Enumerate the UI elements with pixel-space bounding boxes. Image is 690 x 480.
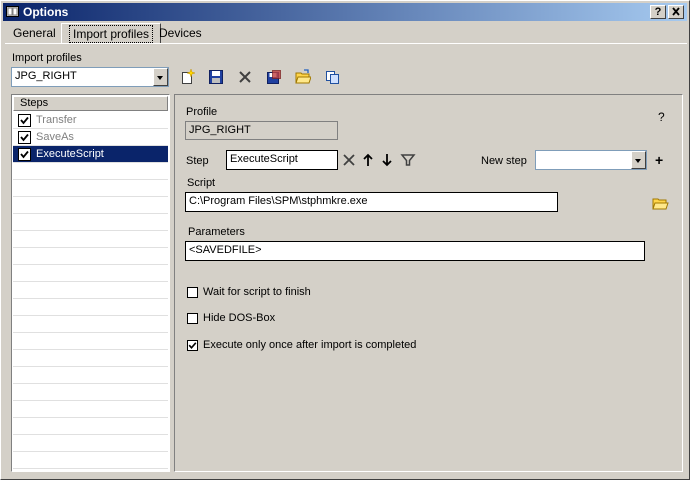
parameters-label: Parameters	[188, 226, 245, 238]
hide-dos-box-checkbox[interactable]	[187, 313, 198, 324]
profile-label: Profile	[186, 106, 218, 118]
arrow-up-icon	[363, 153, 373, 166]
empty-row	[13, 350, 168, 367]
new-step-select[interactable]	[535, 150, 647, 170]
tab-general[interactable]: General	[6, 23, 63, 43]
step-label: Transfer	[36, 114, 77, 126]
close-icon	[672, 7, 680, 16]
delete-step-button[interactable]	[341, 152, 357, 168]
open-folder-icon	[652, 198, 669, 210]
arrow-down-icon	[382, 154, 392, 167]
empty-row	[13, 282, 168, 299]
filter-icon	[400, 154, 416, 166]
parameters-input[interactable]: <SAVEDFILE>	[185, 241, 645, 261]
filter-step-button[interactable]	[400, 152, 416, 168]
execute-once-label: Execute only once after import is comple…	[203, 339, 417, 351]
move-step-down-button[interactable]	[380, 152, 394, 168]
step-label: ExecuteScript	[36, 148, 104, 160]
close-button[interactable]	[668, 5, 684, 19]
step-item-saveas[interactable]: SaveAs	[13, 129, 168, 146]
new-profile-button[interactable]	[179, 68, 196, 85]
empty-row	[13, 231, 168, 248]
empty-row	[13, 197, 168, 214]
save-icon	[209, 70, 223, 84]
browse-script-button[interactable]	[652, 195, 669, 211]
step-item-executescript[interactable]: ExecuteScript	[13, 146, 168, 163]
help-button[interactable]: ?	[650, 5, 666, 19]
title-bar[interactable]: Options ?	[3, 3, 687, 21]
add-step-button[interactable]: +	[655, 152, 663, 168]
profile-name-field: JPG_RIGHT	[185, 121, 338, 140]
empty-row	[13, 367, 168, 384]
empty-row	[13, 248, 168, 265]
import-profiles-label: Import profiles	[12, 52, 82, 64]
execute-once-checkbox[interactable]	[187, 340, 198, 351]
empty-row	[13, 316, 168, 333]
new-icon	[182, 68, 196, 84]
wait-for-script-checkbox[interactable]	[187, 287, 198, 298]
delete-profile-button[interactable]	[237, 69, 253, 85]
empty-row	[13, 333, 168, 350]
save-as-profile-button[interactable]	[266, 69, 282, 85]
open-folder-icon	[295, 69, 312, 84]
open-profile-button[interactable]	[295, 69, 312, 85]
wait-for-script-label: Wait for script to finish	[203, 286, 311, 298]
copy-icon	[326, 71, 339, 84]
step-checkbox[interactable]	[18, 148, 31, 161]
check-icon	[20, 116, 29, 125]
empty-row	[13, 401, 168, 418]
tab-devices[interactable]: Devices	[152, 23, 209, 43]
empty-row	[13, 452, 168, 469]
script-label: Script	[187, 177, 216, 189]
copy-profile-button[interactable]	[324, 69, 340, 85]
app-icon	[6, 5, 19, 18]
save-profile-button[interactable]	[208, 69, 224, 85]
steps-header: Steps	[13, 96, 168, 111]
check-icon	[188, 342, 197, 350]
empty-row	[13, 435, 168, 452]
step-label: Step	[186, 155, 209, 167]
empty-row	[13, 299, 168, 316]
step-checkbox[interactable]	[18, 131, 31, 144]
options-window: Options ? General Import profiles Device…	[0, 0, 690, 480]
script-path-input[interactable]: C:\Program Files\SPM\stphmkre.exe	[185, 192, 558, 212]
hide-dos-box-label: Hide DOS-Box	[203, 312, 276, 324]
check-icon	[20, 133, 29, 142]
empty-row	[13, 214, 168, 231]
window-title: Options	[23, 5, 69, 19]
delete-icon	[343, 154, 355, 166]
empty-row	[13, 418, 168, 435]
empty-row	[13, 163, 168, 180]
move-step-up-button[interactable]	[361, 152, 375, 168]
empty-row	[13, 180, 168, 197]
empty-row	[13, 384, 168, 401]
new-step-label: New step	[481, 155, 527, 167]
tab-import-profiles[interactable]: Import profiles	[61, 23, 162, 44]
import-profile-select[interactable]: JPG_RIGHT	[11, 67, 169, 87]
steps-list[interactable]: Steps Transfer SaveAs ExecuteScript	[11, 94, 170, 472]
delete-icon	[239, 71, 251, 83]
step-name-input[interactable]: ExecuteScript	[226, 150, 338, 170]
tab-divider	[5, 43, 687, 44]
step-item-transfer[interactable]: Transfer	[13, 112, 168, 129]
help-icon[interactable]: ?	[658, 110, 665, 124]
check-icon	[20, 150, 29, 159]
empty-row	[13, 265, 168, 282]
step-checkbox[interactable]	[18, 114, 31, 127]
step-label: SaveAs	[36, 131, 74, 143]
chevron-down-icon[interactable]	[153, 68, 168, 86]
chevron-down-icon[interactable]	[631, 151, 646, 169]
save-as-icon	[267, 70, 281, 84]
